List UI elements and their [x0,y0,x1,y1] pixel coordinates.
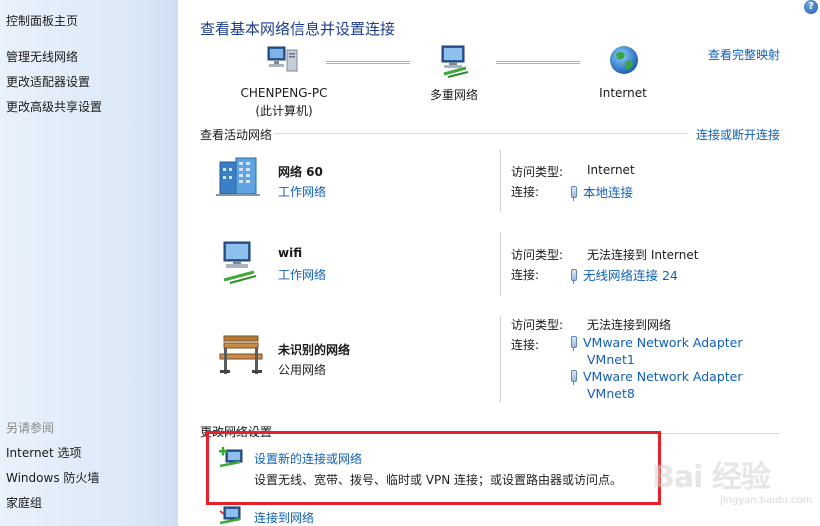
computer-icon [266,45,300,80]
vertical-divider [500,233,501,295]
change-advanced-sharing-link[interactable]: 更改高级共享设置 [6,98,102,115]
connections-label: 连接: [511,338,540,352]
vmnet8-connection-link[interactable]: VMware Network Adapter [571,369,743,385]
map-connection-line [496,61,580,64]
section-divider [274,133,688,134]
active-networks-heading: 查看活动网络 [200,128,273,142]
left-navigation-pane: 控制面板主页 管理无线网络 更改适配器设置 更改高级共享设置 另请参阅 Inte… [0,0,178,526]
page-title: 查看基本网络信息并设置连接 [200,20,396,38]
computer-name-label: CHENPENG-PC [240,86,328,100]
see-full-map-link[interactable]: 查看完整映射 [708,46,780,63]
vmnet1-connection-link-cont[interactable]: VMnet1 [587,352,635,367]
network-name: 未识别的网络 [278,343,351,357]
access-type-value: 无法连接到网络 [587,318,672,332]
connection-name: 无线网络连接 24 [583,268,678,283]
vmnet8-connection-link-cont[interactable]: VMnet8 [587,386,635,401]
connections-label: 连接: [511,268,540,282]
watermark-logo: Bai 经验 [652,460,771,495]
access-type-label: 访问类型: [511,165,564,179]
network-adapter-icon [571,370,577,385]
work-network-building-icon [216,156,262,201]
access-type-label: 访问类型: [511,248,564,262]
network-adapter-icon [571,336,577,351]
vertical-divider [500,316,501,402]
access-type-label: 访问类型: [511,318,564,332]
help-icon[interactable]: ? [804,0,818,14]
multiple-networks-label: 多重网络 [429,88,478,102]
network-adapter-icon [571,186,577,201]
internet-globe-icon [608,44,640,79]
network-name: 网络 60 [278,165,323,179]
manage-wireless-networks-link[interactable]: 管理无线网络 [6,48,78,65]
access-type-value: Internet [587,163,635,177]
vmnet1-connection-link[interactable]: VMware Network Adapter [571,335,743,351]
watermark-url: jingyan.baidu.com [720,495,813,506]
highlight-box [206,431,661,505]
wireless-connection-link[interactable]: 无线网络连接 24 [571,265,678,284]
network-category-link[interactable]: 工作网络 [278,266,326,283]
access-type-value: 无法连接到 Internet [587,248,699,262]
homegroup-link[interactable]: 家庭组 [6,494,42,511]
network-name: wifi [278,246,303,260]
internet-options-link[interactable]: Internet 选项 [6,444,81,461]
network-adapter-icon [571,269,577,284]
map-connection-line [326,61,410,64]
connection-name: VMware Network Adapter [583,369,743,384]
control-panel-home-link[interactable]: 控制面板主页 [6,12,78,29]
see-also-heading: 另请参阅 [6,421,55,435]
connect-disconnect-link[interactable]: 连接或断开连接 [696,126,780,143]
connect-to-network-link[interactable]: 连接到网络 [254,509,314,526]
local-connection-link[interactable]: 本地连接 [571,182,633,201]
internet-label: Internet [599,86,647,100]
wifi-network-icon [218,240,262,287]
connect-to-network-icon [218,505,244,526]
connection-name: VMware Network Adapter [583,335,743,350]
windows-firewall-link[interactable]: Windows 防火墙 [6,469,99,486]
change-adapter-settings-link[interactable]: 更改适配器设置 [6,73,90,90]
multiple-networks-icon [438,44,474,81]
network-category-link[interactable]: 工作网络 [278,183,326,200]
connection-name: 本地连接 [583,185,634,200]
connections-label: 连接: [511,185,540,199]
network-category: 公用网络 [278,363,327,377]
public-network-bench-icon [218,332,264,379]
this-computer-label: (此计算机) [255,104,313,118]
vertical-divider [500,150,501,212]
